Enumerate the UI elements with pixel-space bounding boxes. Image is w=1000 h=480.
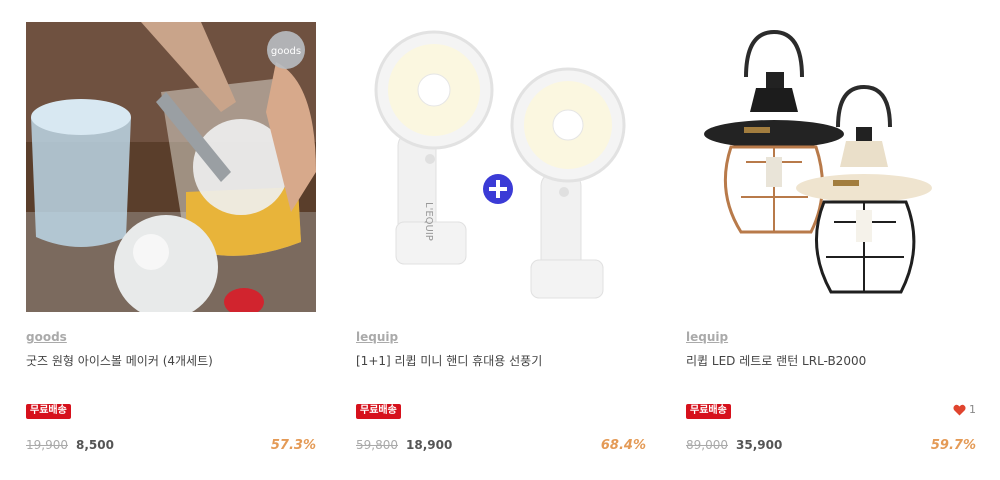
product-brand[interactable]: lequip bbox=[356, 330, 398, 344]
sale-price: 18,900 bbox=[406, 438, 453, 452]
price-row: 59,800 18,900 68.4% bbox=[356, 438, 646, 456]
product-image[interactable] bbox=[686, 22, 976, 312]
discount-rate: 68.4% bbox=[600, 438, 646, 453]
sale-price: 8,500 bbox=[76, 438, 114, 452]
like-count: 1 bbox=[969, 403, 976, 416]
product-image[interactable]: L'EQUIP bbox=[356, 22, 646, 312]
product-name[interactable]: 리큅 LED 레트로 랜턴 LRL-B2000 bbox=[686, 352, 976, 369]
like-button[interactable]: 1 bbox=[953, 403, 976, 416]
product-card[interactable]: lequip 리큅 LED 레트로 랜턴 LRL-B2000 무료배송 1 89… bbox=[686, 22, 976, 462]
free-shipping-badge: 무료배송 bbox=[356, 404, 401, 419]
original-price: 59,800 bbox=[356, 438, 398, 452]
product-grid: goods goods 굿즈 원형 아이스볼 메이커 (4개세트) 무료배송 1… bbox=[0, 0, 1000, 480]
product-card[interactable]: goods goods 굿즈 원형 아이스볼 메이커 (4개세트) 무료배송 1… bbox=[26, 22, 316, 462]
goods-logo: goods bbox=[271, 46, 301, 57]
lequip-logo: L'EQUIP bbox=[423, 202, 434, 241]
product-brand[interactable]: lequip bbox=[686, 330, 728, 344]
product-name[interactable]: 굿즈 원형 아이스볼 메이커 (4개세트) bbox=[26, 352, 316, 369]
free-shipping-badge: 무료배송 bbox=[686, 404, 731, 419]
discount-rate: 57.3% bbox=[270, 438, 316, 453]
product-image[interactable]: goods bbox=[26, 22, 316, 312]
heart-icon[interactable] bbox=[953, 404, 966, 416]
price-row: 19,900 8,500 57.3% bbox=[26, 438, 316, 456]
free-shipping-badge: 무료배송 bbox=[26, 404, 71, 419]
product-name[interactable]: [1+1] 리큅 미니 핸디 휴대용 선풍기 bbox=[356, 352, 646, 369]
sale-price: 35,900 bbox=[736, 438, 783, 452]
product-card[interactable]: L'EQUIP lequip [1+1] 리큅 미니 핸디 휴대용 선풍기 무료… bbox=[356, 22, 646, 462]
original-price: 89,000 bbox=[686, 438, 728, 452]
product-brand[interactable]: goods bbox=[26, 330, 67, 344]
price-row: 89,000 35,900 59.7% bbox=[686, 438, 976, 456]
discount-rate: 59.7% bbox=[930, 438, 976, 453]
original-price: 19,900 bbox=[26, 438, 68, 452]
